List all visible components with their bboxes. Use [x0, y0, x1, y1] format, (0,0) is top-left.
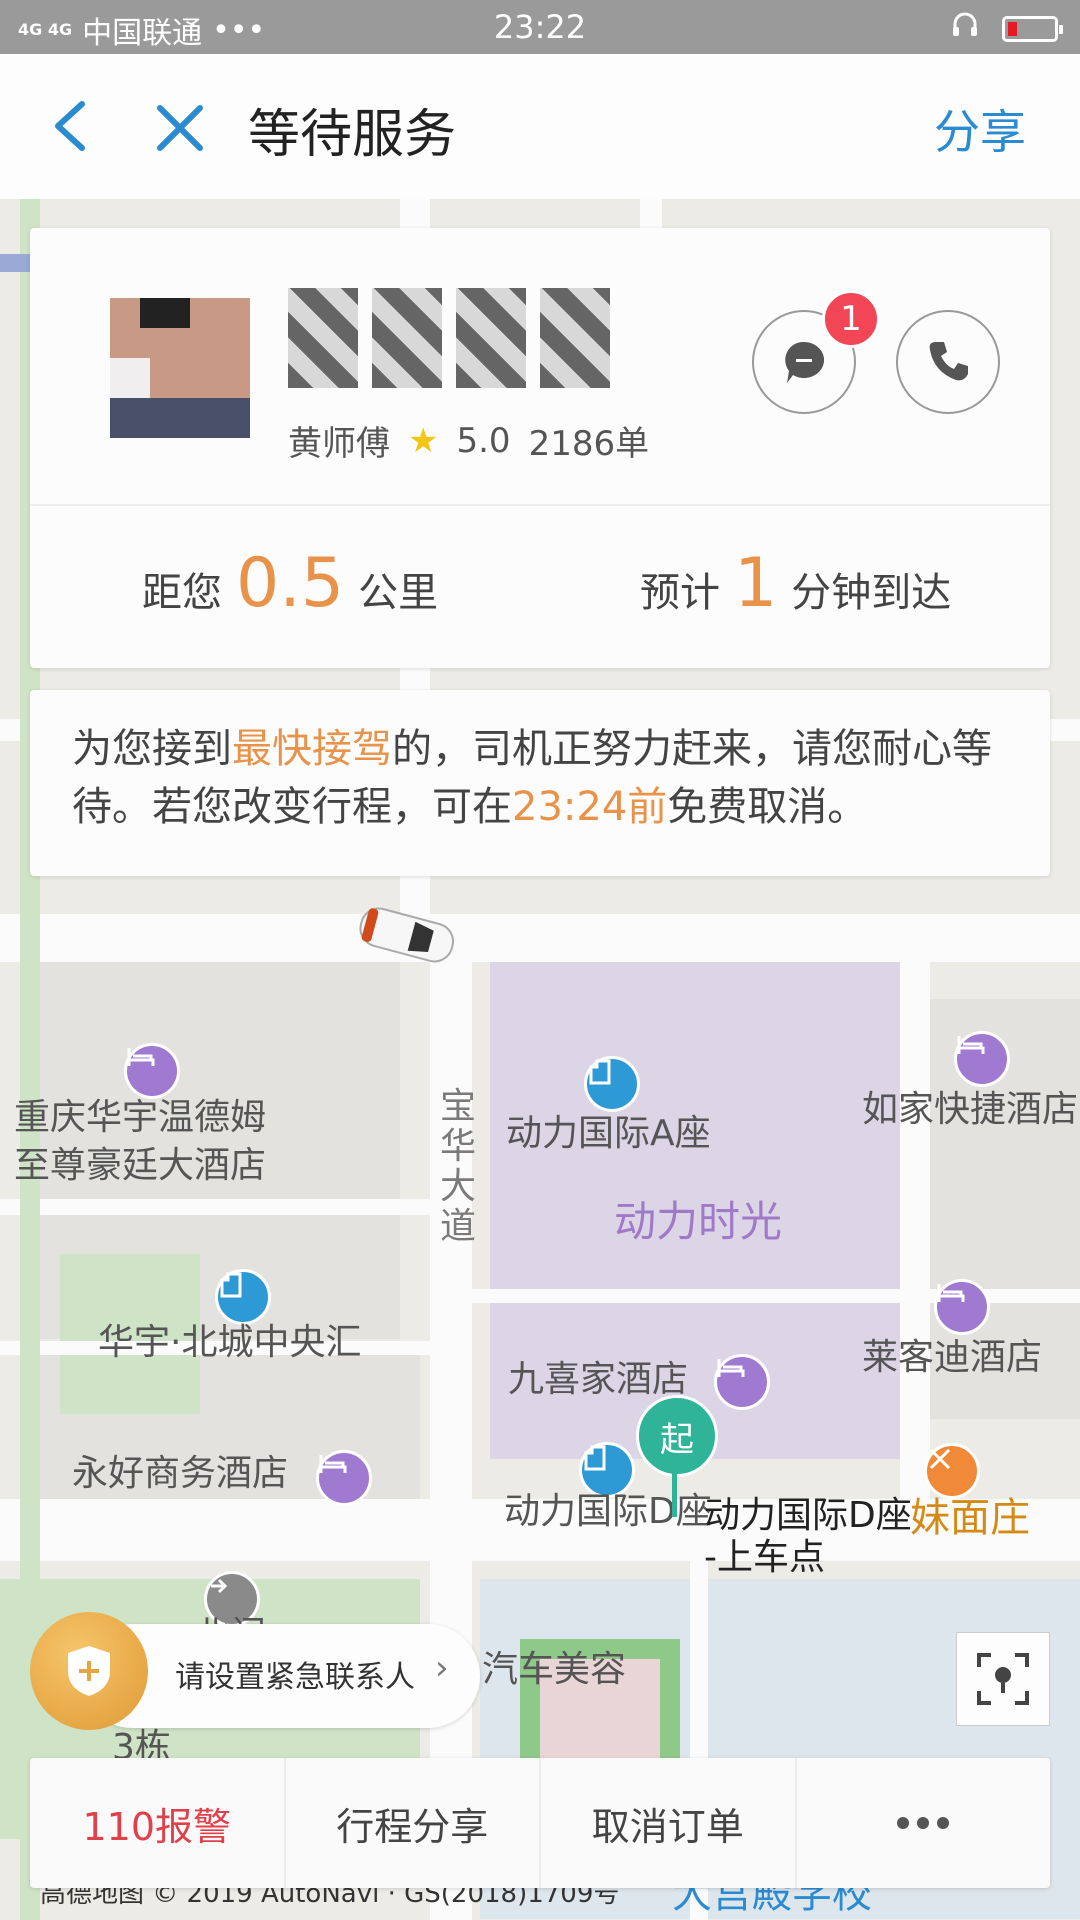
map-label-jiuxi-hotel: 九喜家酒店: [508, 1359, 689, 1400]
hotel-icon: [934, 1279, 990, 1335]
share-button[interactable]: 分享: [934, 96, 1026, 162]
driver-card: 黄师傅 ★ 5.0 2186单 1 距您 0.5 公里 预计 1 分钟到达: [30, 228, 1050, 668]
map-label-restaurant: 妹面庄: [910, 1495, 1030, 1541]
more-dots-icon: [897, 1817, 950, 1829]
emergency-contact-prompt[interactable]: 请设置紧急联系人 ›: [30, 1612, 480, 1730]
back-arrow-icon: [55, 101, 85, 151]
shield-icon[interactable]: [30, 1612, 148, 1730]
notice-highlight-deadline: 23:24前: [512, 784, 668, 830]
eta-time-prefix: 预计: [640, 570, 720, 616]
eta-distance-prefix: 距您: [142, 570, 222, 616]
notice-highlight-fastest: 最快接驾: [232, 726, 392, 772]
map-label-huayu: 华宇·北城中央汇: [98, 1322, 362, 1363]
map-label-building-d: 动力国际D座: [504, 1491, 712, 1532]
hotel-icon: [954, 1031, 1010, 1087]
map-label-hotel-wyndham: 重庆华宇温德姆 至尊豪廷大酒店: [14, 1097, 267, 1186]
notice-text-1: 为您接到: [72, 726, 232, 772]
hotel-icon: [714, 1354, 770, 1410]
map-label-rujia: 如家快捷酒店: [862, 1089, 1079, 1130]
map-label-laike-hotel: 莱客迪酒店: [862, 1337, 1043, 1378]
eta-section: 距您 0.5 公里 预计 1 分钟到达: [30, 506, 1050, 668]
pickup-marker[interactable]: 起: [636, 1395, 718, 1477]
alarm-110-button[interactable]: 110报警: [30, 1758, 286, 1888]
status-bar: 4G 4G 中国联通 ••• 23:22: [0, 0, 1080, 54]
bottom-action-bar: 110报警 行程分享 取消订单: [30, 1758, 1050, 1888]
phone-icon: [929, 342, 968, 381]
restaurant-icon: [924, 1443, 980, 1499]
car-icon: [359, 907, 455, 963]
eta-time-value: 1: [734, 544, 778, 623]
building-icon: [584, 1056, 640, 1112]
hotel-icon: [124, 1043, 180, 1099]
message-button[interactable]: 1: [752, 290, 880, 414]
pickup-marker-pin: [672, 1473, 677, 1517]
page-title: 等待服务: [248, 105, 457, 165]
unread-badge: 1: [822, 290, 880, 348]
driver-details: 黄师傅 ★ 5.0 2186单: [288, 416, 649, 465]
app-header: 等待服务 分享: [0, 54, 1080, 200]
eta-distance: 距您 0.5 公里: [142, 544, 438, 623]
map-label-dongli-time: 动力时光: [614, 1197, 783, 1246]
back-button[interactable]: [46, 98, 96, 154]
hotel-icon: [316, 1450, 372, 1506]
trip-share-button[interactable]: 行程分享: [286, 1758, 541, 1888]
star-icon: ★: [408, 420, 439, 461]
map-label-road: 宝华大道: [439, 1086, 476, 1247]
chat-bubble-icon: [785, 341, 825, 383]
driver-orders: 2186单: [528, 424, 650, 464]
map-label-building-a: 动力国际A座: [506, 1113, 711, 1154]
driver-name: 黄师傅: [288, 424, 390, 464]
driver-rating: 5.0: [456, 420, 511, 461]
more-button[interactable]: [797, 1758, 1051, 1888]
cancel-order-button[interactable]: 取消订单: [541, 1758, 797, 1888]
locate-icon: [977, 1653, 1029, 1705]
notice-text-3: 免费取消。: [667, 784, 868, 830]
headset-icon: [950, 10, 980, 48]
locate-button[interactable]: [956, 1632, 1050, 1726]
close-button[interactable]: [152, 100, 208, 156]
eta-distance-value: 0.5: [236, 544, 345, 623]
driver-info-section: 黄师傅 ★ 5.0 2186单 1: [30, 228, 1050, 506]
building-icon: [215, 1269, 271, 1325]
close-icon: [157, 105, 203, 151]
cancellation-notice: 为您接到最快接驾的，司机正努力赶来，请您耐心等待。若您改变行程，可在23:24前…: [30, 690, 1050, 876]
chevron-right-icon: ›: [435, 1648, 449, 1688]
eta-time: 预计 1 分钟到达: [640, 544, 951, 623]
map-label-car-wash: 汽车美容: [482, 1649, 627, 1690]
map-label-pickup-point: 动力国际D座 -上车点: [704, 1495, 912, 1578]
battery-icon: [1002, 16, 1063, 42]
eta-distance-unit: 公里: [358, 570, 439, 616]
call-button[interactable]: [896, 310, 1000, 414]
driver-avatar[interactable]: [110, 298, 250, 438]
eta-time-suffix: 分钟到达: [791, 570, 952, 616]
license-plate-blurred: [288, 288, 648, 398]
clock: 23:22: [493, 8, 587, 46]
emergency-contact-label: 请设置紧急联系人: [175, 1660, 415, 1695]
map-label-yonghao-hotel: 永好商务酒店: [72, 1453, 289, 1494]
